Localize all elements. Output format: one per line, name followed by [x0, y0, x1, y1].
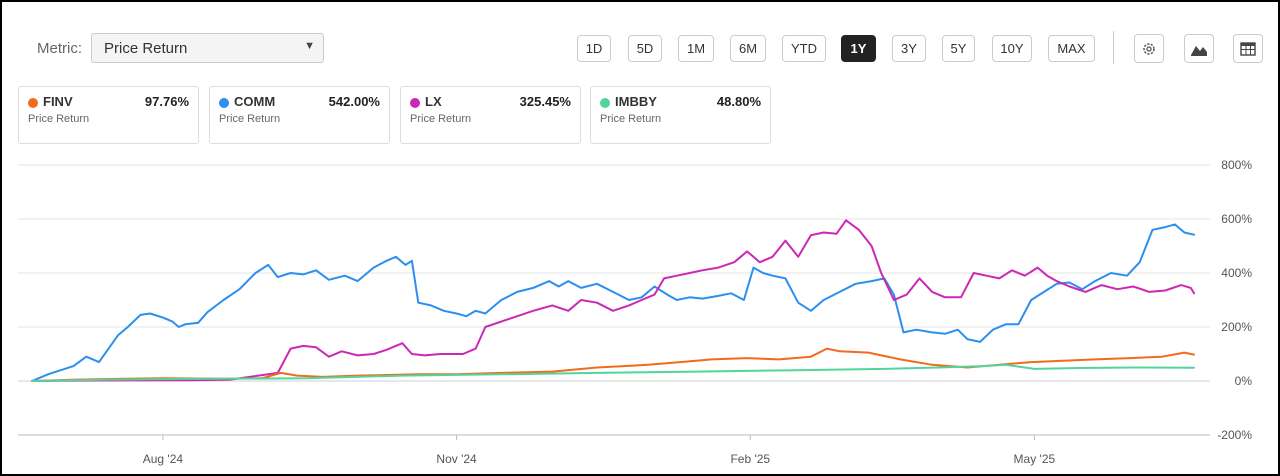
- chart-panel: Metric: Price Return ▼ 1D 5D 1M 6M YTD 1…: [0, 0, 1280, 476]
- y-tick-label: 600%: [1221, 212, 1252, 226]
- series-line-lx: [31, 219, 1195, 382]
- x-tick-label: May '25: [1014, 452, 1056, 466]
- series-line-comm: [31, 223, 1195, 382]
- y-tick-label: 0%: [1235, 374, 1253, 388]
- y-tick-label: 800%: [1221, 158, 1252, 172]
- y-tick-label: 200%: [1221, 320, 1252, 334]
- x-tick-label: Aug '24: [143, 452, 184, 466]
- y-tick-label: 400%: [1221, 266, 1252, 280]
- y-tick-label: -200%: [1217, 428, 1252, 442]
- x-tick-label: Nov '24: [436, 452, 477, 466]
- series-line-finv: [31, 347, 1195, 382]
- line-chart: 800% 600% 400% 200% 0% -200% Aug '24 Nov '24 Feb…: [18, 158, 1253, 466]
- x-tick-label: Feb '25: [730, 452, 770, 466]
